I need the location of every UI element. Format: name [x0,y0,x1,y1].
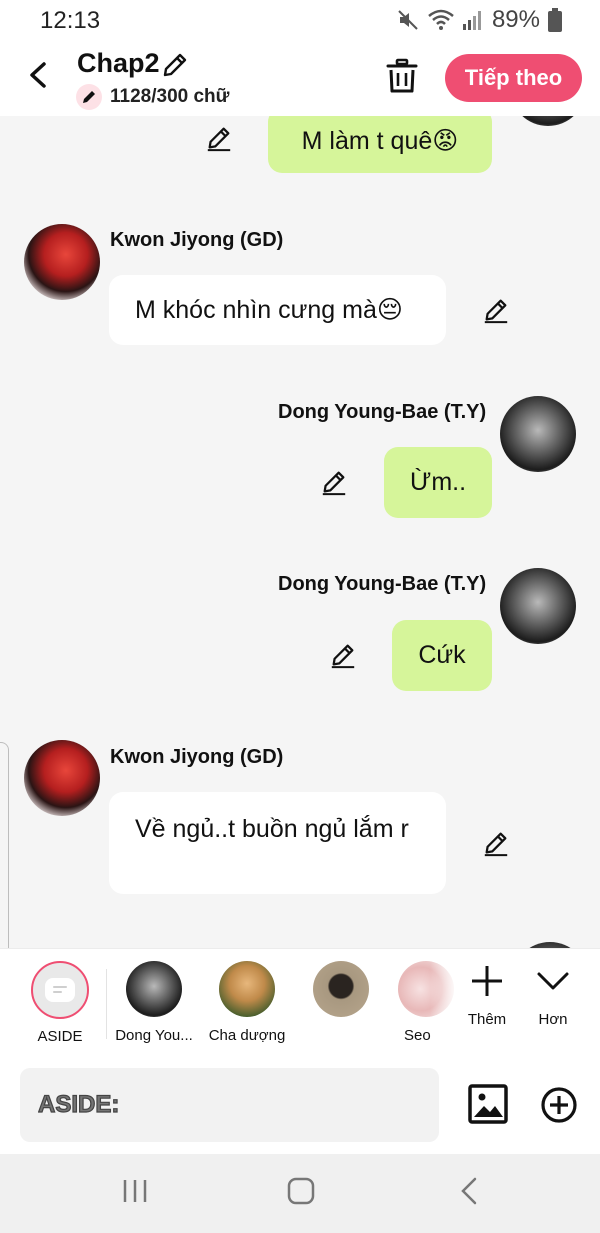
edit-message-button[interactable] [205,124,233,152]
add-attachment-button[interactable] [540,1086,578,1124]
divider [106,969,107,1039]
chapter-title[interactable]: Chap2 [77,48,160,79]
signal-icon [462,9,484,31]
add-label: Thêm [467,1011,507,1028]
character-dong-young-bae[interactable]: Dong You... [114,961,194,1044]
battery-icon [548,8,562,32]
pencil-icon [322,471,346,496]
system-nav-bar [0,1154,600,1233]
character-bar: ASIDE Dong You... Cha dượng Seo Thêm Hơn [0,948,600,1059]
plus-icon [472,966,502,996]
more-button[interactable]: Hơn [521,963,585,1028]
avatar [313,961,369,1017]
composer [0,1058,600,1154]
edit-message-button[interactable] [320,468,348,496]
aside-icon [31,961,89,1019]
character-cha-duong[interactable]: Cha dượng [207,961,287,1044]
plus-circle-icon [541,1087,577,1123]
pencil-icon [207,127,231,152]
avatar[interactable] [500,396,576,472]
sender-name: Dong Young-Bae (T.Y) [278,401,487,423]
mute-icon [396,8,420,32]
side-panel-handle[interactable] [0,742,9,970]
message-bubble[interactable]: M khóc nhìn cưng mà😔 [109,275,446,345]
home-icon [287,1177,315,1205]
pencil-icon [484,299,508,324]
word-count-text: 1128/300 chữ [110,86,230,107]
wifi-icon [428,9,454,31]
message-input[interactable] [20,1068,439,1142]
image-icon [468,1084,508,1124]
character-label: ASIDE [37,1028,83,1045]
insert-image-button[interactable] [468,1084,508,1124]
more-label: Hơn [538,1011,568,1028]
message-bubble[interactable]: Về ngủ..t buồn ngủ lắm r [109,792,446,894]
avatar [126,961,182,1017]
chat-area[interactable]: M làm t quê😡 Kwon Jiyong (GD) M khóc nhì… [0,116,600,948]
avatar[interactable] [24,740,100,816]
sender-name: Kwon Jiyong (GD) [110,229,284,251]
chevron-left-icon [30,62,46,88]
system-back-button[interactable] [455,1176,485,1211]
character-label: Dong You... [115,1027,193,1044]
status-bar: 12:13 89% [0,0,600,40]
home-button[interactable] [286,1176,316,1211]
message-bubble[interactable]: M làm t quê😡 [268,116,492,173]
battery-level: 89% [491,6,540,33]
add-character-button[interactable]: Thêm [455,963,519,1028]
message-bubble[interactable]: Ừm.. [384,447,492,518]
status-icons: 89% [396,6,562,34]
pencil-badge-icon [76,84,102,110]
back-icon [461,1177,477,1205]
character-aside[interactable]: ASIDE [20,961,100,1045]
delete-button[interactable] [385,58,419,94]
status-time: 12:13 [40,7,101,34]
edit-message-button[interactable] [482,829,510,857]
character-unnamed[interactable] [301,961,381,1027]
avatar[interactable] [500,568,576,644]
pencil-icon [331,644,355,669]
edit-title-button[interactable] [160,50,190,80]
character-label: Seo [404,1027,431,1044]
editor-header: Chap2 1128/300 chữ Tiếp theo [0,40,600,116]
next-button[interactable]: Tiếp theo [445,54,582,102]
chevron-down-icon [537,972,569,990]
word-count: 1128/300 chữ [76,84,229,110]
avatar [219,961,275,1017]
avatar[interactable] [24,224,100,300]
edit-message-button[interactable] [329,641,357,669]
character-label: Cha dượng [208,1027,286,1044]
edit-message-button[interactable] [482,296,510,324]
back-button[interactable] [22,58,56,92]
message-bubble[interactable]: Cứk [392,620,492,691]
pencil-icon [163,53,187,77]
pencil-icon [484,832,508,857]
trash-icon [386,58,418,93]
sender-name: Dong Young-Bae (T.Y) [278,573,487,595]
sender-name: Kwon Jiyong (GD) [110,746,284,768]
recent-apps-button[interactable] [120,1176,150,1211]
avatar[interactable] [510,116,586,126]
recent-apps-icon [123,1180,147,1202]
